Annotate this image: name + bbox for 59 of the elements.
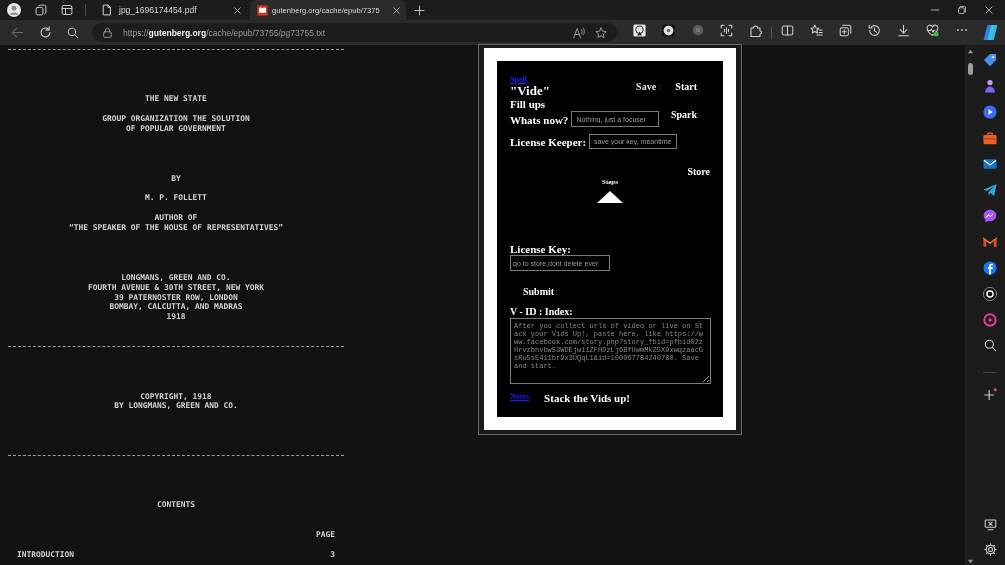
popup-title: "Vide" <box>510 84 550 97</box>
ribbon-icon[interactable] <box>982 24 999 41</box>
screen-icon[interactable] <box>983 518 997 531</box>
disc-icon[interactable] <box>662 24 675 37</box>
tag-icon[interactable] <box>983 53 997 67</box>
search-icon[interactable] <box>983 339 997 352</box>
favorites-icon[interactable] <box>810 24 823 37</box>
section-heading: Fill ups <box>510 99 546 110</box>
workspaces-icon[interactable] <box>35 4 47 16</box>
profile-icon[interactable] <box>7 3 21 17</box>
save-label: Save <box>636 81 657 92</box>
new-tab-icon[interactable] <box>414 4 425 16</box>
spark-button[interactable]: Spark <box>670 109 697 120</box>
close-icon[interactable] <box>984 5 994 15</box>
scroll-down-icon[interactable] <box>966 558 974 565</box>
collections-icon[interactable] <box>839 24 852 37</box>
mail-icon[interactable] <box>983 157 997 171</box>
download-icon[interactable] <box>897 24 910 37</box>
heart-icon[interactable] <box>926 24 939 37</box>
back-icon[interactable] <box>11 26 24 39</box>
book-icon <box>257 4 268 16</box>
field-label: V - ID : Index: <box>510 307 573 317</box>
history-icon[interactable] <box>868 24 881 37</box>
close-icon[interactable] <box>392 5 401 15</box>
circle-icon[interactable] <box>983 261 997 275</box>
star-icon[interactable] <box>595 26 607 39</box>
ring-icon[interactable] <box>983 287 997 301</box>
triangle-icon[interactable] <box>597 191 623 203</box>
submit-button[interactable]: Submit <box>523 286 555 297</box>
play-circle-icon[interactable] <box>983 105 997 119</box>
tab[interactable]: jpg_1696174454.pdf <box>92 0 248 20</box>
field-label: License Keeper: <box>510 135 587 148</box>
chat-bubble-icon[interactable] <box>983 209 997 223</box>
reload-icon[interactable] <box>39 26 52 39</box>
separator: : <box>659 81 662 92</box>
search-icon[interactable] <box>67 26 79 39</box>
document-icon <box>101 4 113 16</box>
scroll-up-icon[interactable] <box>966 48 974 55</box>
store-button[interactable]: Store <box>687 166 710 177</box>
read-aloud-icon[interactable] <box>573 26 585 39</box>
tab-actions-icon[interactable] <box>61 4 73 16</box>
close-icon[interactable] <box>233 5 242 15</box>
scrollbar-thumb[interactable] <box>967 63 973 75</box>
footer-title: Stack the Vids up! <box>544 392 630 404</box>
field-label: Whats now? <box>510 114 569 126</box>
address-bar[interactable]: https://gutenberg.org/cache/epub/73755/pg73755.txt <box>92 23 617 42</box>
split-screen-icon[interactable] <box>781 24 794 37</box>
extension-icon[interactable] <box>633 24 646 37</box>
add-icon[interactable] <box>983 388 997 402</box>
envelope-icon[interactable] <box>983 235 997 249</box>
figure-icon[interactable] <box>983 79 997 93</box>
restore-icon[interactable] <box>957 5 967 15</box>
paper-plane-icon[interactable] <box>983 183 997 197</box>
briefcase-icon[interactable] <box>983 131 997 145</box>
settings-icon[interactable] <box>983 543 997 556</box>
field-label: License Key: <box>510 243 571 255</box>
start-button[interactable]: Start <box>675 81 697 92</box>
lock-icon <box>102 27 113 38</box>
screenshot-icon[interactable] <box>720 24 733 37</box>
